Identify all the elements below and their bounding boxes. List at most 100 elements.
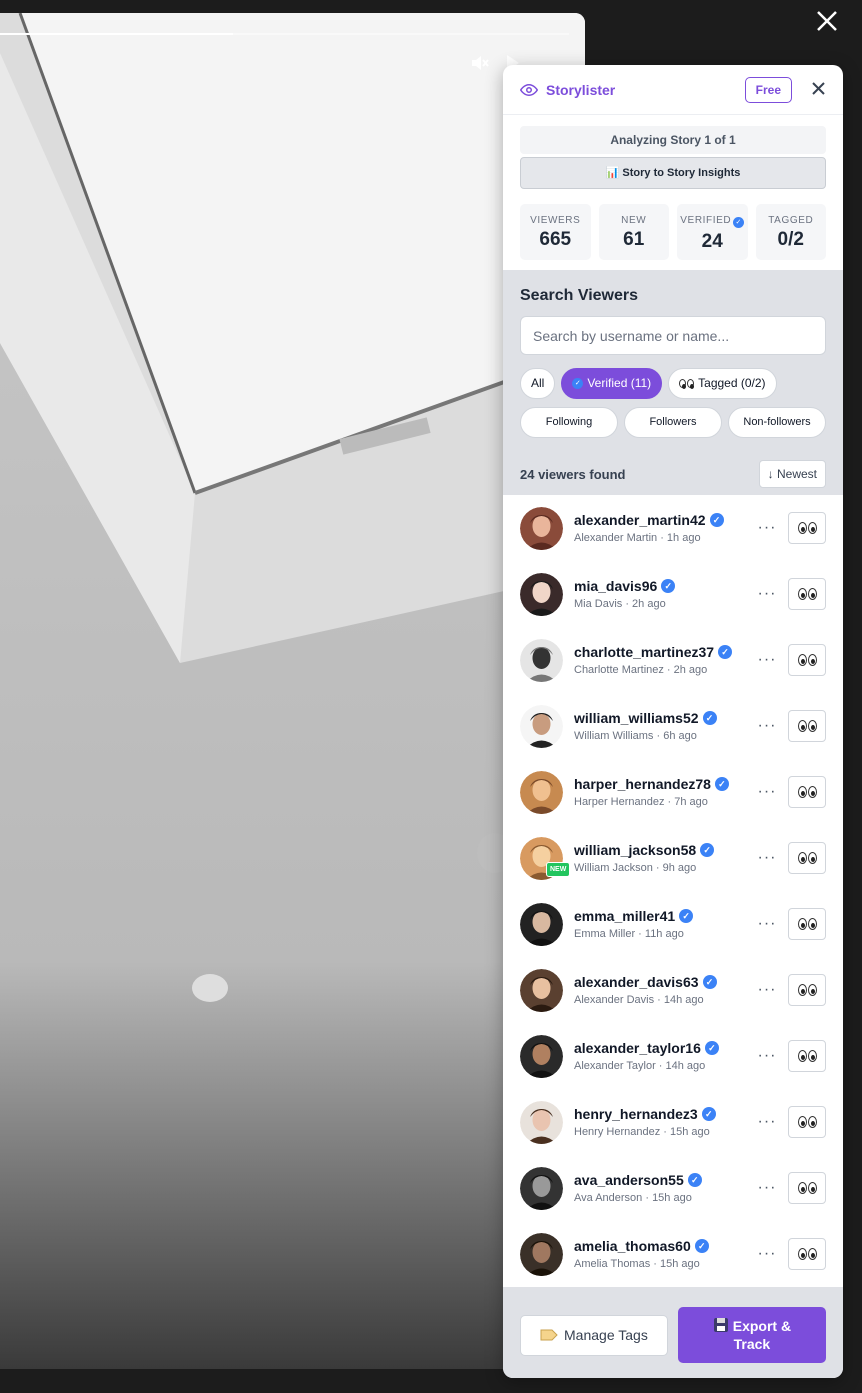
more-options-icon[interactable]: ··· — [755, 915, 779, 933]
verified-icon: ✓ — [718, 645, 733, 659]
manage-tags-button[interactable]: Manage Tags — [520, 1314, 668, 1356]
filter-section: Search Viewers All ✓ Verified (11) Tagge… — [503, 270, 843, 495]
viewer-row[interactable]: ava_anderson55 ✓ Ava Anderson · 15h ago … — [520, 1155, 826, 1221]
close-story-icon[interactable] — [812, 6, 842, 36]
viewer-meta: William Jackson · 9h ago — [574, 862, 697, 874]
close-panel-icon[interactable] — [810, 78, 826, 101]
filter-tagged[interactable]: Tagged (0/2) — [668, 368, 777, 399]
more-options-icon[interactable]: ··· — [755, 1113, 779, 1131]
more-options-icon[interactable]: ··· — [755, 519, 779, 537]
avatar[interactable] — [520, 1166, 563, 1210]
avatar[interactable] — [520, 968, 563, 1012]
avatar[interactable] — [520, 770, 563, 814]
viewer-username[interactable]: ava_anderson55 — [574, 1172, 684, 1188]
tag-viewer-button[interactable] — [788, 908, 826, 940]
viewer-row[interactable]: henry_hernandez3 ✓ Henry Hernandez · 15h… — [520, 1089, 826, 1155]
viewer-meta: Charlotte Martinez · 2h ago — [574, 664, 708, 676]
filter-verified[interactable]: ✓ Verified (11) — [561, 368, 663, 399]
more-options-icon[interactable]: ··· — [755, 1179, 779, 1197]
story-insights-button[interactable]: 📊 Story to Story Insights — [520, 157, 826, 189]
filter-chips: All ✓ Verified (11) Tagged (0/2) — [520, 368, 826, 399]
tag-viewer-button[interactable] — [788, 644, 826, 676]
stat-label: VERIFIED — [680, 215, 732, 226]
viewer-row[interactable]: alexander_martin42 ✓ Alexander Martin · … — [520, 495, 826, 561]
viewer-meta: Harper Hernandez · 7h ago — [574, 796, 708, 808]
viewer-username[interactable]: mia_davis96 — [574, 578, 657, 594]
eyes-icon — [797, 1050, 817, 1062]
viewer-username[interactable]: alexander_taylor16 — [574, 1040, 701, 1056]
viewer-row[interactable]: harper_hernandez78 ✓ Harper Hernandez · … — [520, 759, 826, 825]
filter-followers[interactable]: Followers — [624, 407, 722, 438]
viewer-username[interactable]: charlotte_martinez37 — [574, 644, 714, 660]
floppy-disk-icon — [713, 1318, 728, 1332]
viewer-username[interactable]: alexander_martin42 — [574, 512, 706, 528]
eye-icon — [520, 83, 538, 96]
viewer-meta: Henry Hernandez · 15h ago — [574, 1126, 710, 1138]
tag-viewer-button[interactable] — [788, 1040, 826, 1072]
more-options-icon[interactable]: ··· — [755, 1047, 779, 1065]
mute-icon[interactable] — [470, 53, 490, 79]
viewer-username[interactable]: william_williams52 — [574, 710, 699, 726]
sort-button[interactable]: ↓ Newest — [758, 460, 826, 488]
stat-value: 665 — [539, 229, 572, 250]
filter-tagged-label: Tagged (0/2) — [698, 376, 766, 390]
tag-viewer-button[interactable] — [788, 842, 826, 874]
viewer-username[interactable]: emma_miller41 — [574, 908, 675, 924]
avatar[interactable] — [520, 1034, 563, 1078]
avatar[interactable] — [520, 902, 563, 946]
search-input[interactable] — [520, 316, 826, 355]
export-track-button[interactable]: Export & Track — [677, 1307, 826, 1363]
story-image — [0, 13, 585, 1369]
avatar[interactable] — [520, 638, 563, 682]
tag-viewer-button[interactable] — [788, 578, 826, 610]
viewer-row[interactable]: charlotte_martinez37 ✓ Charlotte Martine… — [520, 627, 826, 693]
more-options-icon[interactable]: ··· — [755, 783, 779, 801]
viewer-row[interactable]: william_williams52 ✓ William Williams · … — [520, 693, 826, 759]
tag-viewer-button[interactable] — [788, 974, 826, 1006]
eyes-icon — [797, 918, 817, 930]
tag-icon — [540, 1329, 558, 1341]
eyes-icon — [797, 786, 817, 798]
more-options-icon[interactable]: ··· — [755, 1245, 779, 1263]
viewer-row[interactable]: amelia_thomas60 ✓ Amelia Thomas · 15h ag… — [520, 1221, 826, 1287]
viewer-username[interactable]: william_jackson58 — [574, 842, 696, 858]
viewer-row[interactable]: mia_davis96 ✓ Mia Davis · 2h ago ··· — [520, 561, 826, 627]
avatar[interactable] — [520, 572, 563, 616]
tag-viewer-button[interactable] — [788, 512, 826, 544]
viewer-meta: Alexander Taylor · 14h ago — [574, 1060, 706, 1072]
viewer-row[interactable]: NEW william_jackson58 ✓ William Jackson … — [520, 825, 826, 891]
viewer-row[interactable]: alexander_davis63 ✓ Alexander Davis · 14… — [520, 957, 826, 1023]
viewer-row[interactable]: alexander_taylor16 ✓ Alexander Taylor · … — [520, 1023, 826, 1089]
tag-viewer-button[interactable] — [788, 776, 826, 808]
brand-name: Storylister — [546, 81, 616, 98]
manage-tags-label: Manage Tags — [564, 1327, 648, 1343]
viewer-username[interactable]: alexander_davis63 — [574, 974, 699, 990]
avatar[interactable] — [520, 1100, 563, 1144]
avatar[interactable] — [520, 506, 563, 550]
more-options-icon[interactable]: ··· — [755, 849, 779, 867]
more-options-icon[interactable]: ··· — [755, 651, 779, 669]
verified-icon: ✓ — [687, 1173, 702, 1187]
plan-badge[interactable]: Free — [744, 76, 792, 103]
tag-viewer-button[interactable] — [788, 1238, 826, 1270]
viewer-username[interactable]: henry_hernandez3 — [574, 1106, 698, 1122]
more-options-icon[interactable]: ··· — [755, 981, 779, 999]
filter-following[interactable]: Following — [520, 407, 618, 438]
tag-viewer-button[interactable] — [788, 710, 826, 742]
viewer-meta: Ava Anderson · 15h ago — [574, 1192, 692, 1204]
viewer-meta: Emma Miller · 11h ago — [574, 928, 684, 940]
viewer-row[interactable]: emma_miller41 ✓ Emma Miller · 11h ago ··… — [520, 891, 826, 957]
avatar[interactable] — [520, 1232, 563, 1276]
filter-non-followers[interactable]: Non-followers — [728, 407, 826, 438]
stats-row: VIEWERS 665 NEW 61 VERIFIED ✓ 24 TAGGED 0… — [520, 204, 826, 260]
avatar[interactable] — [520, 704, 563, 748]
avatar[interactable]: NEW — [520, 836, 571, 880]
viewer-username[interactable]: harper_hernandez78 — [574, 776, 711, 792]
eyes-icon — [679, 379, 695, 389]
more-options-icon[interactable]: ··· — [755, 717, 779, 735]
tag-viewer-button[interactable] — [788, 1106, 826, 1138]
filter-all[interactable]: All — [520, 368, 556, 399]
tag-viewer-button[interactable] — [788, 1172, 826, 1204]
more-options-icon[interactable]: ··· — [755, 585, 779, 603]
viewer-username[interactable]: amelia_thomas60 — [574, 1238, 691, 1254]
